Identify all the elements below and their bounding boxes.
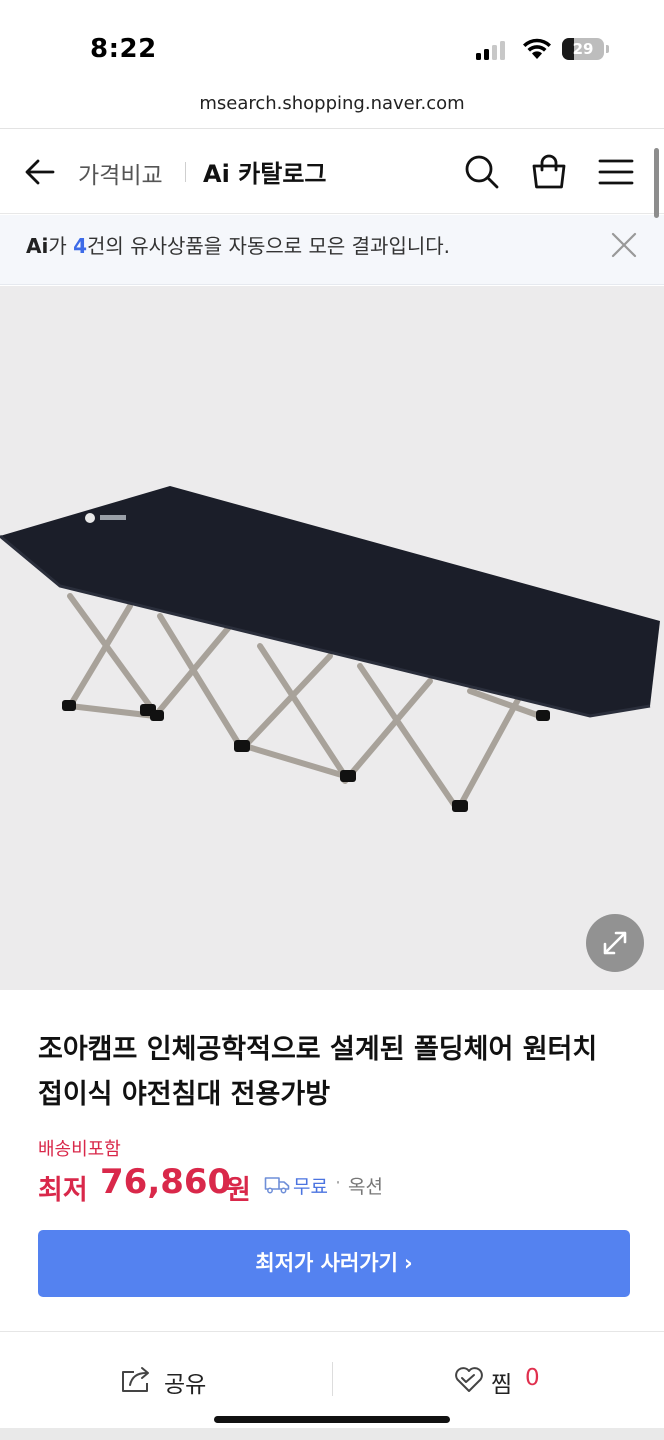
price-unit: 원 <box>226 1175 251 1206</box>
wifi-icon <box>523 38 551 59</box>
back-arrow-icon[interactable] <box>22 154 58 190</box>
delivery-truck-icon <box>264 1177 290 1194</box>
wishlist-count: 0 <box>525 1365 540 1391</box>
price-value: 76,860 <box>100 1162 232 1202</box>
lowest-price-label: 최저 <box>38 1175 88 1206</box>
cellular-signal-icon <box>476 40 508 60</box>
search-icon[interactable] <box>462 152 502 192</box>
share-button[interactable]: 공유 <box>0 1332 332 1428</box>
divider <box>0 128 664 129</box>
share-icon <box>122 1367 149 1392</box>
app-header: 가격비교 Ai 카탈로그 <box>0 130 664 214</box>
chevron-right-icon: › <box>403 1251 413 1275</box>
status-time: 8:22 <box>90 34 157 64</box>
close-icon[interactable] <box>608 229 640 261</box>
heart-icon <box>455 1367 483 1392</box>
separator-dot: · <box>335 1172 342 1194</box>
expand-icon <box>603 931 627 955</box>
product-image[interactable] <box>0 286 664 990</box>
breadcrumb-price-compare[interactable]: 가격비교 <box>78 156 163 190</box>
battery-level: 29 <box>572 40 594 58</box>
expand-image-button[interactable] <box>586 914 644 972</box>
menu-icon[interactable] <box>596 152 636 192</box>
battery-icon: 29 <box>562 38 610 60</box>
seller-name: 옥션 <box>348 1176 383 1198</box>
shipping-included-label: 배송비포함 <box>38 1139 121 1160</box>
scrollbar[interactable] <box>654 148 659 218</box>
bottom-action-bar: 공유 찜 0 <box>0 1332 664 1428</box>
product-title: 조아캠프 인체공학적으로 설계된 폴딩체어 원터치 접이식 야전침대 전용가방 <box>38 1034 598 1110</box>
home-indicator[interactable] <box>214 1416 450 1423</box>
url-bar[interactable]: msearch.shopping.naver.com <box>0 86 664 126</box>
wishlist-label: 찜 <box>491 1372 513 1398</box>
ai-notice-banner: Ai가 4건의 유사상품을 자동으로 모은 결과입니다. <box>0 215 664 285</box>
ai-badge: Ai <box>26 234 49 258</box>
buy-lowest-price-button[interactable]: 최저가 사러가기 › <box>38 1230 630 1297</box>
share-label: 공유 <box>164 1372 207 1398</box>
status-bar: 8:22 29 <box>0 0 664 82</box>
camping-cot-illustration <box>0 486 660 812</box>
shopping-bag-icon[interactable] <box>529 152 569 192</box>
ai-notice-count: 4 <box>73 234 88 258</box>
page-title: Ai 카탈로그 <box>203 160 327 188</box>
buy-button-label: 최저가 사러가기 <box>255 1251 398 1275</box>
breadcrumb-divider <box>185 162 186 182</box>
ai-notice-text: Ai가 4건의 유사상품을 자동으로 모은 결과입니다. <box>26 230 450 259</box>
wishlist-button[interactable]: 찜 0 <box>333 1332 664 1428</box>
ai-notice-suffix: 건의 유사상품을 자동으로 모은 결과입니다. <box>87 234 451 258</box>
bottom-edge <box>0 1428 664 1440</box>
free-shipping-label: 무료 <box>293 1176 328 1198</box>
ai-notice-prefix: 가 <box>48 234 74 258</box>
